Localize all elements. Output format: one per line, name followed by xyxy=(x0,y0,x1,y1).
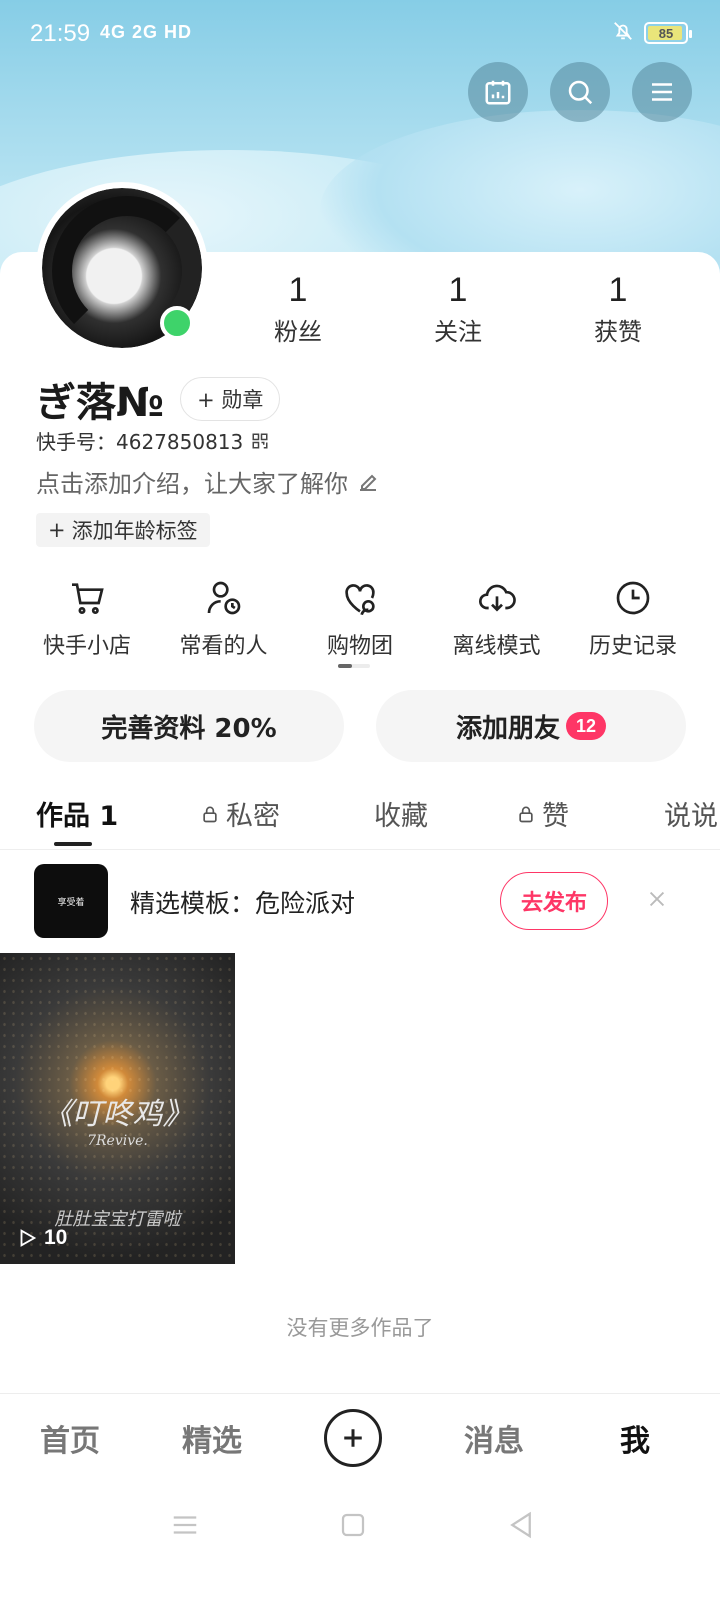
tab-label: 说说 xyxy=(664,801,718,832)
name-row: ぎ落№ + 勋章 xyxy=(36,370,281,428)
stat-value: 1 xyxy=(288,271,308,309)
shortcut-label: 离线模式 xyxy=(452,634,541,659)
stat-followers[interactable]: 1 粉丝 xyxy=(274,270,322,347)
close-icon[interactable] xyxy=(640,882,674,916)
tab-label: 赞 xyxy=(542,801,569,832)
video-card[interactable]: 《叮咚鸡》 7Revive. 肚肚宝宝打雷啦 10 xyxy=(0,953,235,1264)
age-tag-label: 添加年龄标签 xyxy=(71,519,198,543)
nav-home[interactable]: 首页 xyxy=(40,1416,100,1460)
add-friends-label: 添加朋友 xyxy=(455,713,560,744)
shortcut-scroll-indicator xyxy=(338,664,370,668)
shortcut-shopping-group[interactable]: 购物团 xyxy=(293,578,427,660)
publish-button[interactable]: 去发布 xyxy=(500,872,608,930)
video-title: 《叮咚鸡》 xyxy=(42,1097,193,1132)
tab-posts[interactable]: 说说 xyxy=(664,794,718,833)
shortcut-label: 历史记录 xyxy=(588,634,677,659)
tab-works[interactable]: 作品 1 xyxy=(36,794,118,833)
search-button[interactable] xyxy=(550,62,610,122)
edit-pencil-icon xyxy=(360,474,377,491)
mute-bell-icon xyxy=(612,20,634,46)
bottom-nav: 首页 精选 消息 我 xyxy=(0,1393,720,1483)
shortcut-label: 购物团 xyxy=(326,634,393,659)
tab-label: 收藏 xyxy=(374,801,428,832)
stat-label: 获赞 xyxy=(594,318,642,346)
status-right: 85 xyxy=(612,20,692,46)
stat-likes[interactable]: 1 获赞 xyxy=(594,270,642,347)
tab-private[interactable]: 私密 xyxy=(200,794,280,833)
stat-value: 1 xyxy=(448,271,468,309)
battery-icon: 85 xyxy=(644,22,692,44)
plus-icon xyxy=(344,1429,362,1447)
play-icon xyxy=(20,1229,37,1247)
shortcut-frequent-people[interactable]: 常看的人 xyxy=(157,578,291,660)
shortcut-offline-mode[interactable]: 离线模式 xyxy=(430,578,564,660)
shortcut-label: 常看的人 xyxy=(179,634,268,659)
search-icon xyxy=(568,80,593,105)
heart-group-icon xyxy=(345,584,375,616)
lock-icon xyxy=(203,806,217,822)
status-time: 21:59 xyxy=(30,20,91,47)
add-age-tag-button[interactable]: + 添加年龄标签 xyxy=(36,513,210,547)
shortcut-shop[interactable]: 快手小店 xyxy=(20,578,154,660)
cloud-download-icon xyxy=(478,584,516,612)
stats-row: 1 粉丝 1 关注 1 获赞 xyxy=(218,270,698,347)
video-subtitle: 7Revive. xyxy=(87,1133,148,1149)
stat-label: 粉丝 xyxy=(274,318,322,346)
profile-name: ぎ落№ xyxy=(36,380,165,426)
clock-icon xyxy=(616,581,650,615)
shortcut-history[interactable]: 历史记录 xyxy=(566,578,700,660)
template-thumb-text: 享受着 xyxy=(57,897,85,908)
online-status-dot xyxy=(160,306,194,340)
stat-following[interactable]: 1 关注 xyxy=(434,270,482,347)
play-count: 10 xyxy=(16,1226,67,1250)
calendar-button[interactable] xyxy=(468,62,528,122)
stat-value: 1 xyxy=(608,271,628,309)
play-count-value: 10 xyxy=(44,1226,68,1249)
tab-favorites[interactable]: 收藏 xyxy=(374,794,428,833)
kuaishou-id: 快手号：4627850813 xyxy=(36,430,244,454)
tab-label: 私密 xyxy=(226,801,280,832)
add-friends-button[interactable]: 添加朋友 12 xyxy=(376,690,686,762)
add-medal-button[interactable]: + 勋章 xyxy=(180,377,281,421)
complete-profile-label: 完善资料 20% xyxy=(101,713,277,744)
stat-label: 关注 xyxy=(434,318,482,346)
plus-icon: + xyxy=(48,518,66,542)
back-triangle-icon[interactable] xyxy=(506,1510,536,1540)
action-row: 完善资料 20% 添加朋友 12 xyxy=(34,690,686,762)
active-tab-indicator xyxy=(54,842,92,846)
template-text: 精选模板：危险派对 xyxy=(130,889,356,918)
person-clock-icon xyxy=(207,581,240,615)
network-indicator: 4G 2G HD xyxy=(100,22,193,42)
template-suggestion: 享受着 精选模板：危险派对 去发布 xyxy=(0,862,720,942)
qr-code-icon xyxy=(252,433,268,448)
tab-likes[interactable]: 赞 xyxy=(516,794,569,833)
content-tabs: 作品 1 私密 收藏 赞 说说 xyxy=(0,778,720,850)
template-thumbnail[interactable]: 享受着 xyxy=(34,864,108,938)
intro-row[interactable]: 点击添加介绍，让大家了解你 xyxy=(36,464,380,499)
shortcut-row: 快手小店 常看的人 购物团 离线模式 历史记录 xyxy=(20,578,700,660)
home-square-icon[interactable] xyxy=(338,1510,368,1540)
cart-icon xyxy=(72,583,104,615)
add-friends-badge: 12 xyxy=(566,712,606,740)
menu-icon xyxy=(652,83,672,101)
recents-icon[interactable] xyxy=(170,1510,200,1540)
system-navigation-bar xyxy=(0,1488,720,1600)
battery-level: 85 xyxy=(658,25,674,41)
tab-label: 作品 1 xyxy=(36,801,119,832)
complete-profile-button[interactable]: 完善资料 20% xyxy=(34,690,344,762)
calendar-chart-icon xyxy=(485,80,511,105)
intro-placeholder: 点击添加介绍，让大家了解你 xyxy=(36,470,348,498)
publish-label: 去发布 xyxy=(520,891,587,916)
shortcut-label: 快手小店 xyxy=(42,634,131,659)
kuaishou-id-row[interactable]: 快手号：4627850813 xyxy=(36,426,269,455)
menu-button[interactable] xyxy=(632,62,692,122)
nav-me[interactable]: 我 xyxy=(620,1416,650,1460)
top-actions xyxy=(468,62,692,122)
create-button[interactable] xyxy=(324,1409,382,1467)
no-more-text: 没有更多作品了 xyxy=(286,1316,434,1340)
nav-featured[interactable]: 精选 xyxy=(182,1416,242,1460)
nav-messages[interactable]: 消息 xyxy=(464,1416,524,1460)
lock-icon xyxy=(519,806,533,822)
